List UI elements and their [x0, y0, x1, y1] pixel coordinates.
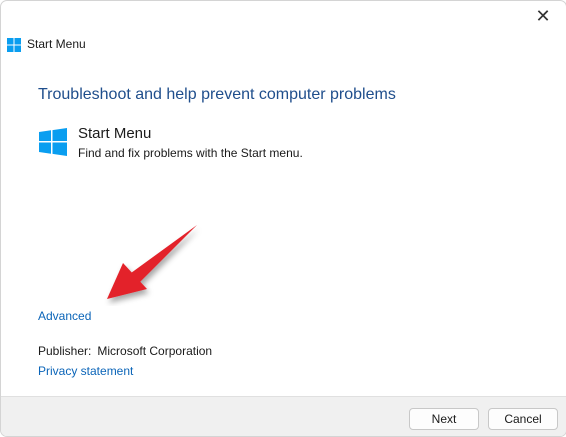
- window-title: Start Menu: [27, 37, 86, 51]
- close-icon: ✕: [535, 5, 551, 26]
- publisher-info: Publisher: Microsoft Corporation: [38, 344, 212, 358]
- annotation-arrow-icon: [107, 225, 197, 299]
- close-button[interactable]: ✕: [520, 1, 566, 31]
- page-heading: Troubleshoot and help prevent computer p…: [38, 86, 396, 103]
- troubleshooter-window: ✕ Start Menu Troubleshoot and help preve…: [0, 0, 566, 437]
- tool-name: Start Menu: [78, 125, 152, 142]
- windows-logo-icon: [7, 38, 21, 52]
- tool-description: Find and fix problems with the Start men…: [78, 146, 303, 160]
- start-menu-icon: [39, 128, 67, 156]
- next-button[interactable]: Next: [409, 408, 479, 430]
- privacy-statement-link[interactable]: Privacy statement: [38, 364, 133, 378]
- footer-bar: Next Cancel: [1, 396, 566, 436]
- advanced-link[interactable]: Advanced: [38, 309, 91, 323]
- publisher-label: Publisher:: [38, 344, 92, 358]
- publisher-value: Microsoft Corporation: [97, 344, 213, 358]
- title-bar: ✕: [1, 1, 566, 31]
- cancel-button[interactable]: Cancel: [488, 408, 558, 430]
